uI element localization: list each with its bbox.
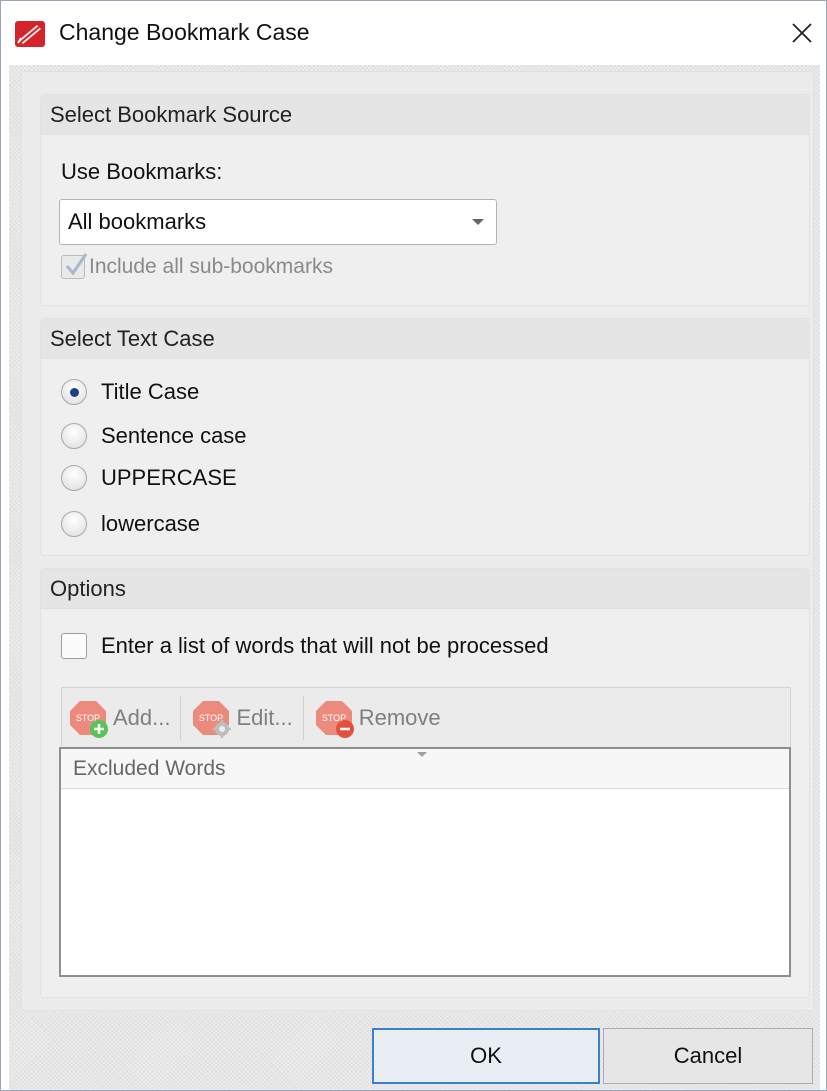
close-icon: [792, 23, 812, 43]
cancel-button[interactable]: Cancel: [603, 1028, 813, 1084]
radio-label: UPPERCASE: [101, 465, 237, 490]
edit-word-button[interactable]: STOP Edit...: [185, 694, 298, 742]
excluded-words-toolbar: STOP Add... STOP Edit... STOP Remove: [61, 687, 791, 747]
radio-indicator: [61, 511, 87, 537]
toolbar-separator: [180, 695, 182, 740]
stop-remove-icon: STOP: [315, 700, 354, 738]
text-case-group: Select Text Case Title Case Sentence cas…: [40, 318, 810, 556]
stop-edit-icon: STOP: [193, 700, 232, 738]
use-bookmarks-dropdown[interactable]: All bookmarks: [59, 199, 497, 245]
app-logo-icon: [15, 21, 45, 47]
exclude-words-checkbox[interactable]: Enter a list of words that will not be p…: [61, 633, 549, 659]
ok-button[interactable]: OK: [372, 1028, 600, 1084]
exclude-words-label: Enter a list of words that will not be p…: [101, 633, 549, 658]
add-word-button[interactable]: STOP Add...: [62, 694, 176, 742]
group-header-bookmark-source: Select Bookmark Source: [41, 95, 809, 135]
toolbar-separator: [302, 695, 304, 740]
column-header-label: Excluded Words: [73, 757, 226, 780]
radio-sentence-case[interactable]: Sentence case: [61, 423, 247, 449]
radio-label: lowercase: [101, 511, 201, 536]
edit-label: Edit...: [236, 704, 293, 730]
excluded-words-column-header[interactable]: Excluded Words: [61, 749, 789, 789]
bookmark-source-group: Select Bookmark Source Use Bookmarks: Al…: [40, 94, 810, 306]
close-button[interactable]: [780, 11, 824, 55]
dialog-body: Select Bookmark Source Use Bookmarks: Al…: [9, 65, 820, 1090]
radio-label: Sentence case: [101, 423, 247, 448]
svg-text:STOP: STOP: [199, 713, 223, 723]
main-panel: Select Bookmark Source Use Bookmarks: Al…: [21, 71, 814, 1011]
remove-label: Remove: [358, 704, 441, 730]
title-bar: Change Bookmark Case: [1, 1, 826, 65]
radio-lowercase[interactable]: lowercase: [61, 511, 200, 537]
add-label: Add...: [113, 704, 171, 730]
radio-label: Title Case: [101, 379, 200, 404]
sort-indicator-icon: [417, 752, 427, 757]
radio-indicator: [61, 465, 87, 491]
radio-uppercase[interactable]: UPPERCASE: [61, 465, 237, 491]
excluded-words-list[interactable]: Excluded Words: [59, 747, 791, 977]
dropdown-arrow-icon: [472, 219, 484, 225]
include-sub-bookmarks-label: Include all sub-bookmarks: [89, 255, 333, 278]
stop-add-icon: STOP: [70, 700, 108, 738]
dropdown-value: All bookmarks: [68, 209, 207, 234]
group-header-text-case: Select Text Case: [41, 319, 809, 359]
remove-word-button[interactable]: STOP Remove: [308, 694, 447, 742]
checkbox-box: [61, 633, 87, 659]
options-group: Options Enter a list of words that will …: [40, 568, 810, 998]
ok-label: OK: [470, 1043, 502, 1068]
dialog-title: Change Bookmark Case: [59, 19, 310, 45]
group-header-options: Options: [41, 569, 809, 609]
radio-indicator: [61, 423, 87, 449]
include-sub-bookmarks-checkbox[interactable]: Include all sub-bookmarks: [61, 253, 333, 279]
cancel-label: Cancel: [673, 1043, 743, 1068]
checkmark-icon: [65, 253, 88, 276]
use-bookmarks-label: Use Bookmarks:: [61, 159, 223, 184]
change-bookmark-case-dialog: Change Bookmark Case Select Bookmark Sou…: [0, 0, 827, 1091]
checkbox-box: [61, 253, 88, 279]
radio-indicator: [61, 379, 87, 405]
radio-title-case[interactable]: Title Case: [61, 379, 199, 405]
